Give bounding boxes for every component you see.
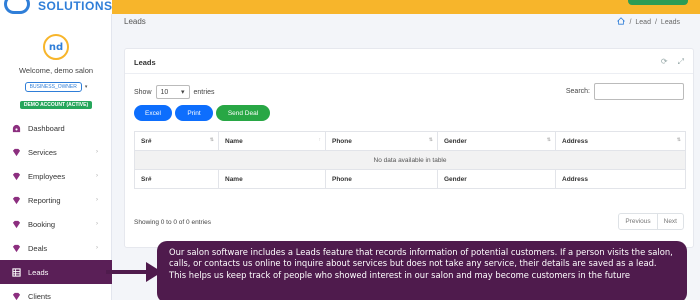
send-deal-button[interactable]: Send Deal	[216, 105, 270, 121]
sidebar-item-label: Deals	[28, 243, 48, 253]
column-footer-sr: Sr#	[134, 169, 219, 189]
breadcrumb-separator: /	[629, 18, 632, 26]
brand-name: SOLUTIONS	[38, 0, 113, 13]
column-header-sr[interactable]: Sr# ⇅	[134, 131, 219, 151]
sidebar-item-deals[interactable]: Deals ›	[0, 236, 112, 260]
table-footer-row: Sr# Name Phone Gender Address	[134, 169, 686, 189]
card-title: Leads	[134, 58, 156, 67]
column-header-name[interactable]: Name ↑	[218, 131, 326, 151]
sidebar-item-clients[interactable]: Clients	[0, 284, 112, 300]
print-button[interactable]: Print	[175, 105, 213, 121]
sidebar-item-label: Booking	[28, 219, 56, 229]
breadcrumb-separator: /	[654, 18, 657, 26]
column-footer-address: Address	[555, 169, 686, 189]
breadcrumb: / Lead / Leads	[617, 17, 680, 27]
sidebar-item-label: Services	[28, 147, 57, 157]
entries-value: 10	[160, 88, 169, 96]
sidebar-item-dashboard[interactable]: Dashboard	[0, 116, 112, 140]
sidebar-item-label: Dashboard	[28, 123, 65, 133]
divider	[125, 73, 693, 74]
table-row: No data available in table	[134, 150, 686, 170]
gem-icon	[11, 219, 21, 229]
expand-icon[interactable]: ⤢	[678, 57, 684, 67]
brand-logo[interactable]: SOLUTIONS	[0, 0, 112, 14]
refresh-icon[interactable]: ⟳	[661, 57, 668, 67]
excel-button[interactable]: Excel	[134, 105, 172, 121]
welcome-text: Welcome, demo salon	[18, 66, 94, 75]
sidebar-item-booking[interactable]: Booking ›	[0, 212, 112, 236]
entries-label: entries	[193, 88, 215, 96]
role-badge: BUSINESS_OWNER	[24, 82, 82, 92]
chevron-right-icon: ›	[96, 245, 98, 251]
sort-icon: ⇅	[546, 137, 551, 143]
export-buttons: Excel Print Send Deal	[134, 105, 270, 121]
card-tools: ⟳ ⤢	[661, 57, 684, 67]
chevron-right-icon: ›	[96, 149, 98, 155]
top-bar-button[interactable]	[628, 0, 688, 5]
sort-icon: ↑	[318, 137, 322, 143]
gem-icon	[11, 195, 21, 205]
sidebar: SOLUTIONS nd Welcome, demo salon BUSINES…	[0, 0, 112, 300]
entries-select[interactable]: 10 ▾	[155, 85, 190, 99]
logo-mark-icon	[4, 0, 30, 14]
breadcrumb-current: Lead	[635, 18, 651, 26]
account-status-badge: DEMO ACCOUNT (ACTIVE)	[19, 101, 93, 109]
avatar[interactable]: nd	[43, 34, 69, 60]
breadcrumb-current: Leads	[660, 18, 680, 26]
dashboard-icon	[11, 123, 21, 133]
leads-card: Leads ⟳ ⤢ Show 10 ▾ entries Search: Exce…	[124, 48, 694, 248]
sidebar-item-reporting[interactable]: Reporting ›	[0, 188, 112, 212]
sort-icon: ⇅	[209, 137, 214, 143]
home-icon[interactable]	[617, 17, 626, 27]
search-label: Search:	[565, 88, 590, 95]
gem-icon	[11, 171, 21, 181]
sidebar-item-label: Clients	[28, 291, 51, 300]
search-input[interactable]	[594, 83, 684, 100]
user-profile: nd Welcome, demo salon BUSINESS_OWNER ▾ D…	[0, 34, 112, 111]
sort-icon: ⇅	[428, 137, 433, 143]
next-button[interactable]: Next	[656, 214, 683, 229]
pagination: Previous Next	[618, 213, 684, 230]
sort-icon: ⇅	[676, 137, 681, 143]
annotation-arrow-icon	[106, 262, 162, 282]
gem-icon	[11, 243, 21, 253]
column-footer-phone: Phone	[325, 169, 438, 189]
chevron-right-icon: ›	[96, 221, 98, 227]
column-footer-name: Name	[218, 169, 326, 189]
gem-icon	[11, 147, 21, 157]
sidebar-nav: Dashboard Services › Employees › Reporti…	[0, 116, 112, 300]
column-header-gender[interactable]: Gender ⇅	[437, 131, 556, 151]
sidebar-item-label: Leads	[28, 267, 49, 277]
table-icon	[11, 267, 21, 277]
chevron-down-icon: ▾	[181, 89, 185, 96]
sidebar-item-leads[interactable]: Leads	[0, 260, 112, 284]
page-title: Leads	[124, 17, 146, 26]
gem-icon	[11, 291, 21, 300]
column-header-phone[interactable]: Phone ⇅	[325, 131, 438, 151]
leads-table: Sr# ⇅ Name ↑ Phone ⇅ Gender ⇅ Address ⇅ No da…	[134, 131, 686, 189]
sidebar-item-employees[interactable]: Employees ›	[0, 164, 112, 188]
chevron-down-icon[interactable]: ▾	[85, 84, 88, 90]
previous-button[interactable]: Previous	[619, 214, 656, 229]
column-header-address[interactable]: Address ⇅	[555, 131, 686, 151]
sidebar-item-services[interactable]: Services ›	[0, 140, 112, 164]
show-label: Show	[134, 88, 152, 96]
search-control: Search:	[566, 83, 684, 100]
table-header-row: Sr# ⇅ Name ↑ Phone ⇅ Gender ⇅ Address ⇅	[134, 131, 686, 151]
column-footer-gender: Gender	[437, 169, 556, 189]
table-info: Showing 0 to 0 of 0 entries	[134, 219, 211, 226]
page-header: Leads / Lead / Leads	[112, 14, 700, 32]
sidebar-item-label: Reporting	[28, 195, 61, 205]
empty-message: No data available in table	[134, 150, 686, 170]
sidebar-item-label: Employees	[28, 171, 66, 181]
entries-length-control: Show 10 ▾ entries	[134, 85, 215, 99]
avatar-logo: nd	[48, 41, 64, 53]
chevron-right-icon: ›	[96, 173, 98, 179]
leads-explanation-callout: Our salon software includes a Leads feat…	[157, 241, 687, 300]
chevron-right-icon: ›	[96, 197, 98, 203]
